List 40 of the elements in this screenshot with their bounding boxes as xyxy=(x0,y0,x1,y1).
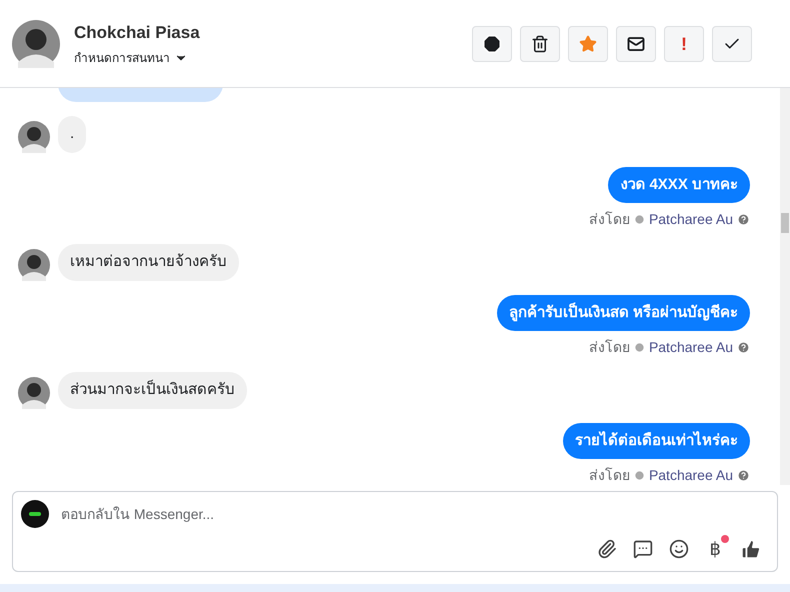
reply-input[interactable]: ตอบกลับใน Messenger... xyxy=(61,504,769,524)
avatar-icon xyxy=(18,248,50,280)
help-icon xyxy=(737,213,750,226)
toolbar-button[interactable] xyxy=(616,26,656,62)
page-logo-icon xyxy=(21,500,49,528)
incoming-message: ส่วนมากจะเป็นเงินสดครับ xyxy=(58,372,247,408)
outgoing-message: งวด 4XXX บาทคะ xyxy=(608,166,750,203)
thumbs-up-icon xyxy=(740,538,762,560)
incoming-message: . xyxy=(58,116,86,152)
outgoing-message: รายได้ต่อเดือนเท่าไหร่คะ xyxy=(563,422,750,459)
help-icon xyxy=(737,469,750,482)
trash-icon xyxy=(531,34,549,52)
incoming-message: เหมาต่อจากนายจ้างครับ xyxy=(58,244,239,280)
contact-name: Chokchai Piasa xyxy=(74,22,200,44)
outgoing-message: ลูกค้ารับเป็นเงินสด หรือผ่านบัญชีคะ xyxy=(496,294,750,331)
sent-by-label: ส่งโดย xyxy=(588,338,630,357)
smiley-icon xyxy=(669,539,689,559)
toolbar-button[interactable] xyxy=(472,26,512,62)
payment-button[interactable]: ฿ xyxy=(701,535,729,563)
agent-name: Patcharee Au xyxy=(648,338,733,357)
star-icon xyxy=(579,34,597,52)
help-icon xyxy=(737,341,750,354)
toolbar-button[interactable] xyxy=(520,26,560,62)
toolbar-button[interactable]: ! xyxy=(664,26,704,62)
conversation-settings-dropdown[interactable]: กำหนดการสนทนา xyxy=(74,49,200,68)
mail-icon xyxy=(627,34,645,52)
paperclip-icon xyxy=(597,539,617,559)
agent-name: Patcharee Au xyxy=(648,210,733,229)
avatar-icon xyxy=(18,120,50,152)
sent-by-label: ส่งโดย xyxy=(588,466,630,485)
agent-status-icon xyxy=(634,342,645,353)
avatar-icon xyxy=(18,376,50,408)
alert-icon xyxy=(482,34,502,54)
sent-by-label: ส่งโดย xyxy=(588,210,630,229)
avatar-icon xyxy=(12,20,60,68)
agent-name: Patcharee Au xyxy=(648,466,733,485)
scrollbar[interactable] xyxy=(780,88,790,485)
speech-bubble-icon xyxy=(633,539,653,559)
agent-status-icon xyxy=(634,214,645,225)
agent-status-icon xyxy=(634,470,645,481)
